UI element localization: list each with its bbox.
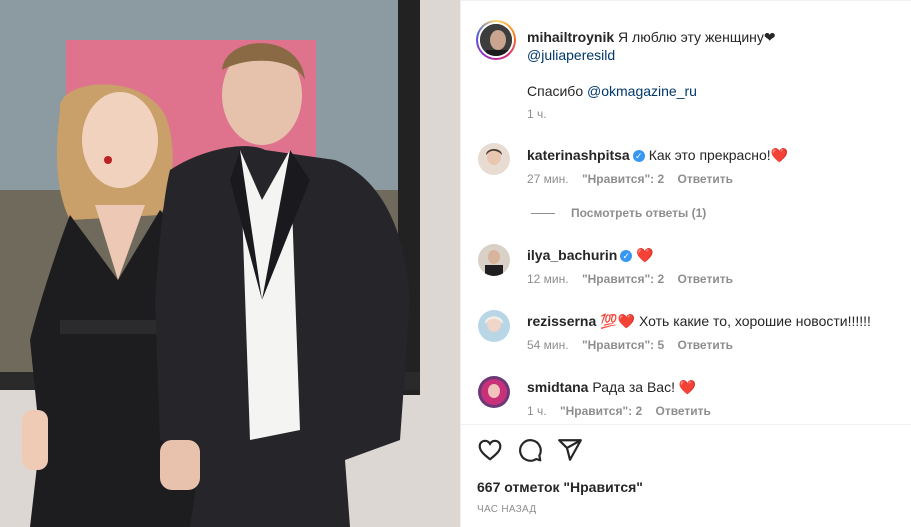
caption-mention[interactable]: @juliaperesild (527, 47, 615, 63)
comment-meta: 1 ч. "Нравится": 2 Ответить (527, 404, 721, 418)
caption-thanks: Спасибо (527, 83, 587, 99)
comment-text: Рада за Вас! (592, 379, 675, 395)
comment-likes[interactable]: "Нравится": 2 (582, 172, 664, 186)
comment-meta: 12 мин. "Нравится": 2 Ответить (527, 272, 743, 286)
avatar-image (478, 310, 510, 342)
caption-line-1: mihailtroynik Я люблю эту женщину❤ (527, 28, 776, 46)
view-replies-button[interactable]: Посмотреть ответы (1) (531, 206, 706, 220)
comment-time[interactable]: 27 мин. (527, 172, 569, 186)
caption-time[interactable]: 1 ч. (527, 107, 547, 121)
comment-meta: 27 мин. "Нравится": 2 Ответить (527, 172, 743, 186)
caption-line-3: Спасибо @okmagazine_ru (527, 82, 697, 100)
comment-row: ilya_bachurin ✓ ❤️ (527, 246, 654, 264)
post-view: mihailtroynik Я люблю эту женщину❤ @juli… (0, 0, 911, 527)
comment-row: smidtana Рада за Вас! ❤️ (527, 378, 696, 396)
comment-username[interactable]: ilya_bachurin (527, 247, 617, 263)
comment-row: katerinashpitsa ✓ Как это прекрасно!❤️ (527, 146, 788, 164)
caption-username[interactable]: mihailtroynik (527, 29, 614, 45)
caption-text: Я люблю эту женщину (618, 29, 764, 45)
comment-likes[interactable]: "Нравится": 2 (582, 272, 664, 286)
avatar-image (480, 24, 512, 56)
heart-emoji: ❤️ (678, 379, 697, 395)
comment-text: Хоть какие то, хорошие новости!!!!!! (638, 313, 871, 329)
comment-avatar[interactable] (478, 244, 510, 276)
action-bar (477, 437, 583, 463)
comment-time[interactable]: 1 ч. (527, 404, 547, 418)
heart-emoji: ❤️ (770, 147, 789, 163)
comment-username[interactable]: smidtana (527, 379, 588, 395)
comments-panel: mihailtroynik Я люблю эту женщину❤ @juli… (460, 0, 911, 527)
comment-avatar[interactable] (478, 376, 510, 408)
heart-emoji: ❤️ (636, 247, 654, 263)
comment-username[interactable]: katerinashpitsa (527, 147, 630, 163)
reply-button[interactable]: Ответить (655, 404, 710, 418)
post-photo[interactable] (0, 0, 460, 527)
caption-line-2: @juliaperesild (527, 46, 615, 64)
share-icon[interactable] (557, 437, 583, 463)
reply-button[interactable]: Ответить (678, 172, 733, 186)
caption-avatar[interactable] (476, 20, 516, 60)
verified-badge-icon: ✓ (632, 150, 645, 162)
comment-icon[interactable] (517, 437, 543, 463)
comment-meta: 54 мин. "Нравится": 5 Ответить (527, 338, 743, 352)
comment-username[interactable]: rezisserna (527, 313, 596, 329)
comment-row: rezisserna 💯❤️ Хоть какие то, хорошие но… (527, 312, 871, 330)
likes-count[interactable]: 667 отметок "Нравится" (477, 479, 643, 495)
comment-text: Как это прекрасно! (648, 147, 771, 163)
verified-badge-icon: ✓ (620, 250, 633, 262)
reply-button[interactable]: Ответить (678, 338, 733, 352)
avatar-image (478, 143, 510, 175)
comment-avatar[interactable] (478, 310, 510, 342)
hundred-heart-emoji: 💯❤️ (600, 313, 636, 329)
caption-heart: ❤ (763, 29, 776, 45)
comment-time[interactable]: 12 мин. (527, 272, 569, 286)
comment-avatar[interactable] (478, 143, 510, 175)
comment-time[interactable]: 54 мин. (527, 338, 569, 352)
comments-scroll[interactable]: mihailtroynik Я люблю эту женщину❤ @juli… (461, 0, 911, 424)
replies-dash (531, 212, 555, 214)
avatar-image (478, 376, 510, 408)
avatar-image (478, 244, 510, 276)
divider (461, 424, 911, 425)
view-replies-label: Посмотреть ответы (1) (571, 206, 707, 220)
reply-button[interactable]: Ответить (678, 272, 733, 286)
caption-meta: 1 ч. (527, 107, 557, 121)
post-image (0, 0, 460, 527)
comment-likes[interactable]: "Нравится": 2 (560, 404, 642, 418)
posted-time[interactable]: ЧАС НАЗАД (477, 504, 536, 515)
caption-thanks-mention[interactable]: @okmagazine_ru (587, 83, 697, 99)
heart-icon[interactable] (477, 437, 503, 463)
comment-likes[interactable]: "Нравится": 5 (582, 338, 664, 352)
